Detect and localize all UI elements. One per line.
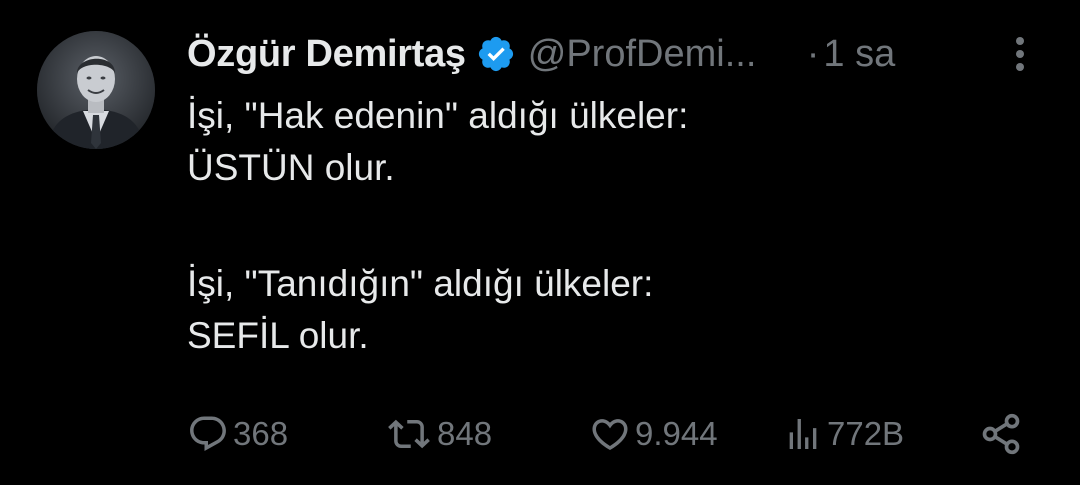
more-options-button[interactable] [1004, 32, 1036, 76]
retweet-count: 848 [437, 415, 493, 452]
display-name[interactable]: Özgür Demirtaş [187, 33, 466, 76]
reply-button[interactable]: 368 [187, 408, 288, 460]
vertical-ellipsis-icon [1016, 37, 1024, 71]
tweet-text-line: İşi, "Hak edenin" aldığı ülkeler: [187, 95, 689, 136]
reply-bubble-icon [190, 416, 226, 451]
verified-badge-icon[interactable] [476, 34, 516, 74]
share-button[interactable] [979, 408, 1027, 460]
avatar[interactable] [37, 31, 155, 149]
timestamp[interactable]: 1 sa [823, 33, 895, 76]
tweet-text-line: İşi, "Tanıdığın" aldığı ülkeler: [187, 263, 654, 304]
views-button[interactable]: 772B [783, 408, 904, 460]
tweet-text: İşi, "Hak edenin" aldığı ülkeler: ÜSTÜN … [187, 90, 1047, 362]
views-count: 772B [827, 415, 905, 452]
retweet-button[interactable]: 848 [385, 408, 492, 460]
username-handle[interactable]: @ProfDemi... [528, 33, 793, 76]
like-count: 9.944 [635, 415, 718, 452]
share-icon [982, 413, 1020, 455]
tweet-actions: 368 848 9.944 772B [187, 408, 1037, 460]
views-bar-chart-icon [789, 419, 817, 449]
reply-count: 368 [233, 415, 289, 452]
retweet-icon [388, 419, 430, 449]
heart-icon [592, 419, 628, 451]
like-button[interactable]: 9.944 [589, 408, 718, 460]
tweet[interactable]: Özgür Demirtaş @ProfDemi... · 1 sa İşi, … [0, 0, 1080, 485]
tweet-text-line: SEFİL olur. [187, 315, 369, 356]
tweet-text-line: ÜSTÜN olur. [187, 147, 395, 188]
tweet-header: Özgür Demirtaş @ProfDemi... · 1 sa [187, 26, 1067, 82]
separator-dot: · [806, 32, 820, 75]
